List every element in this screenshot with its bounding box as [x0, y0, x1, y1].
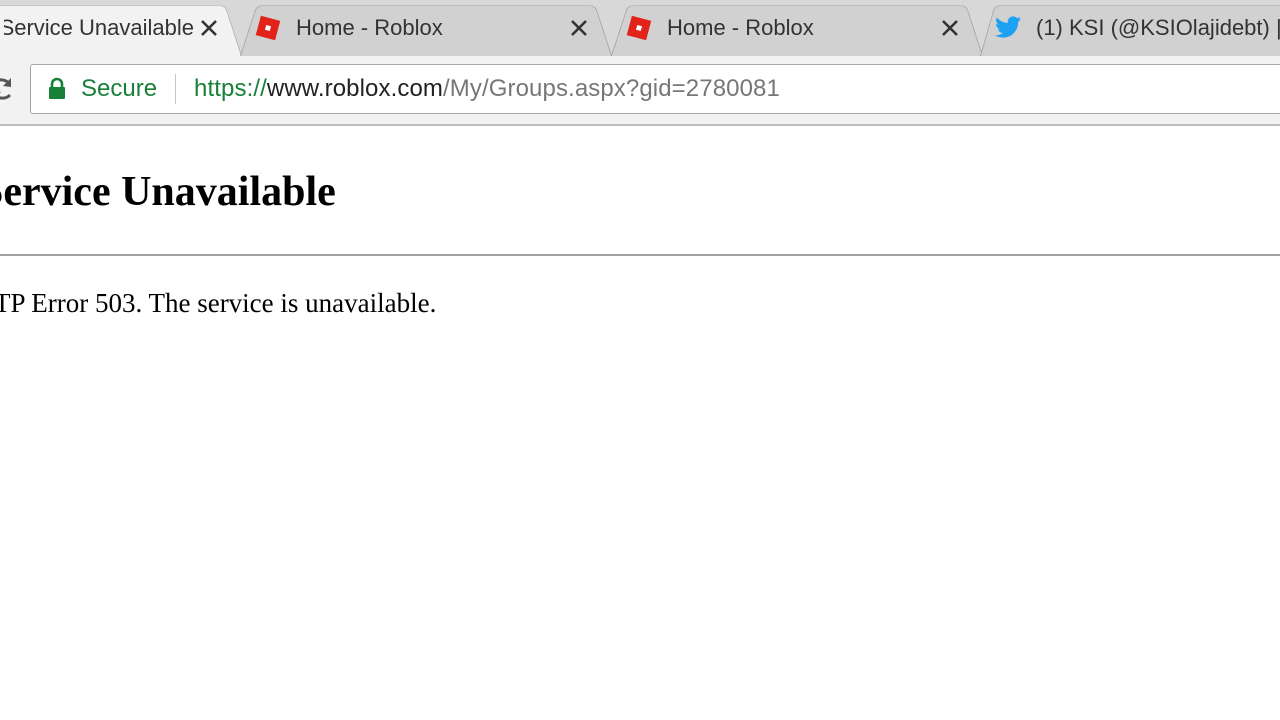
twitter-icon	[994, 14, 1022, 42]
tab-title: (1) KSI (@KSIOlajidebt) |	[1036, 15, 1280, 40]
page-title: Service Unavailable	[0, 169, 336, 215]
tab-title: Service Unavailable	[4, 15, 194, 40]
roblox-icon	[254, 14, 282, 42]
url-scheme: https://	[194, 75, 267, 102]
tab-ksi-twitter[interactable]: (1) KSI (@KSIOlajidebt) |	[980, 0, 1280, 56]
address-bar[interactable]: Secure https://www.roblox.com/My/Groups.…	[30, 64, 1280, 114]
page-content: Service Unavailable HTTP Error 503. The …	[0, 128, 1280, 720]
tab-service-unavailable[interactable]: Service Unavailable	[0, 0, 242, 56]
tab-close-icon[interactable]	[935, 13, 965, 43]
url-path: /My/Groups.aspx?gid=2780081	[443, 75, 780, 102]
tab-close-icon[interactable]	[194, 13, 224, 43]
tab-close-icon[interactable]	[564, 13, 594, 43]
tab-home-roblox-2[interactable]: Home - Roblox	[611, 0, 983, 56]
reload-icon[interactable]	[0, 74, 14, 104]
url-text[interactable]: https://www.roblox.com/My/Groups.aspx?gi…	[194, 75, 780, 103]
url-host: www.roblox.com	[266, 75, 444, 102]
divider	[0, 254, 1280, 256]
secure-label[interactable]: Secure	[81, 75, 157, 103]
roblox-icon	[625, 14, 653, 42]
omnibox-separator	[175, 74, 177, 104]
tab-title: Home - Roblox	[667, 15, 814, 40]
lock-icon[interactable]	[47, 77, 67, 101]
tab-strip: Service Unavailable Home - Roblox Home -…	[0, 0, 1280, 56]
tab-home-roblox-1[interactable]: Home - Roblox	[240, 0, 612, 56]
tab-title: Home - Roblox	[296, 15, 443, 40]
browser-toolbar: Secure https://www.roblox.com/My/Groups.…	[0, 56, 1280, 126]
error-message: HTTP Error 503. The service is unavailab…	[0, 288, 437, 318]
